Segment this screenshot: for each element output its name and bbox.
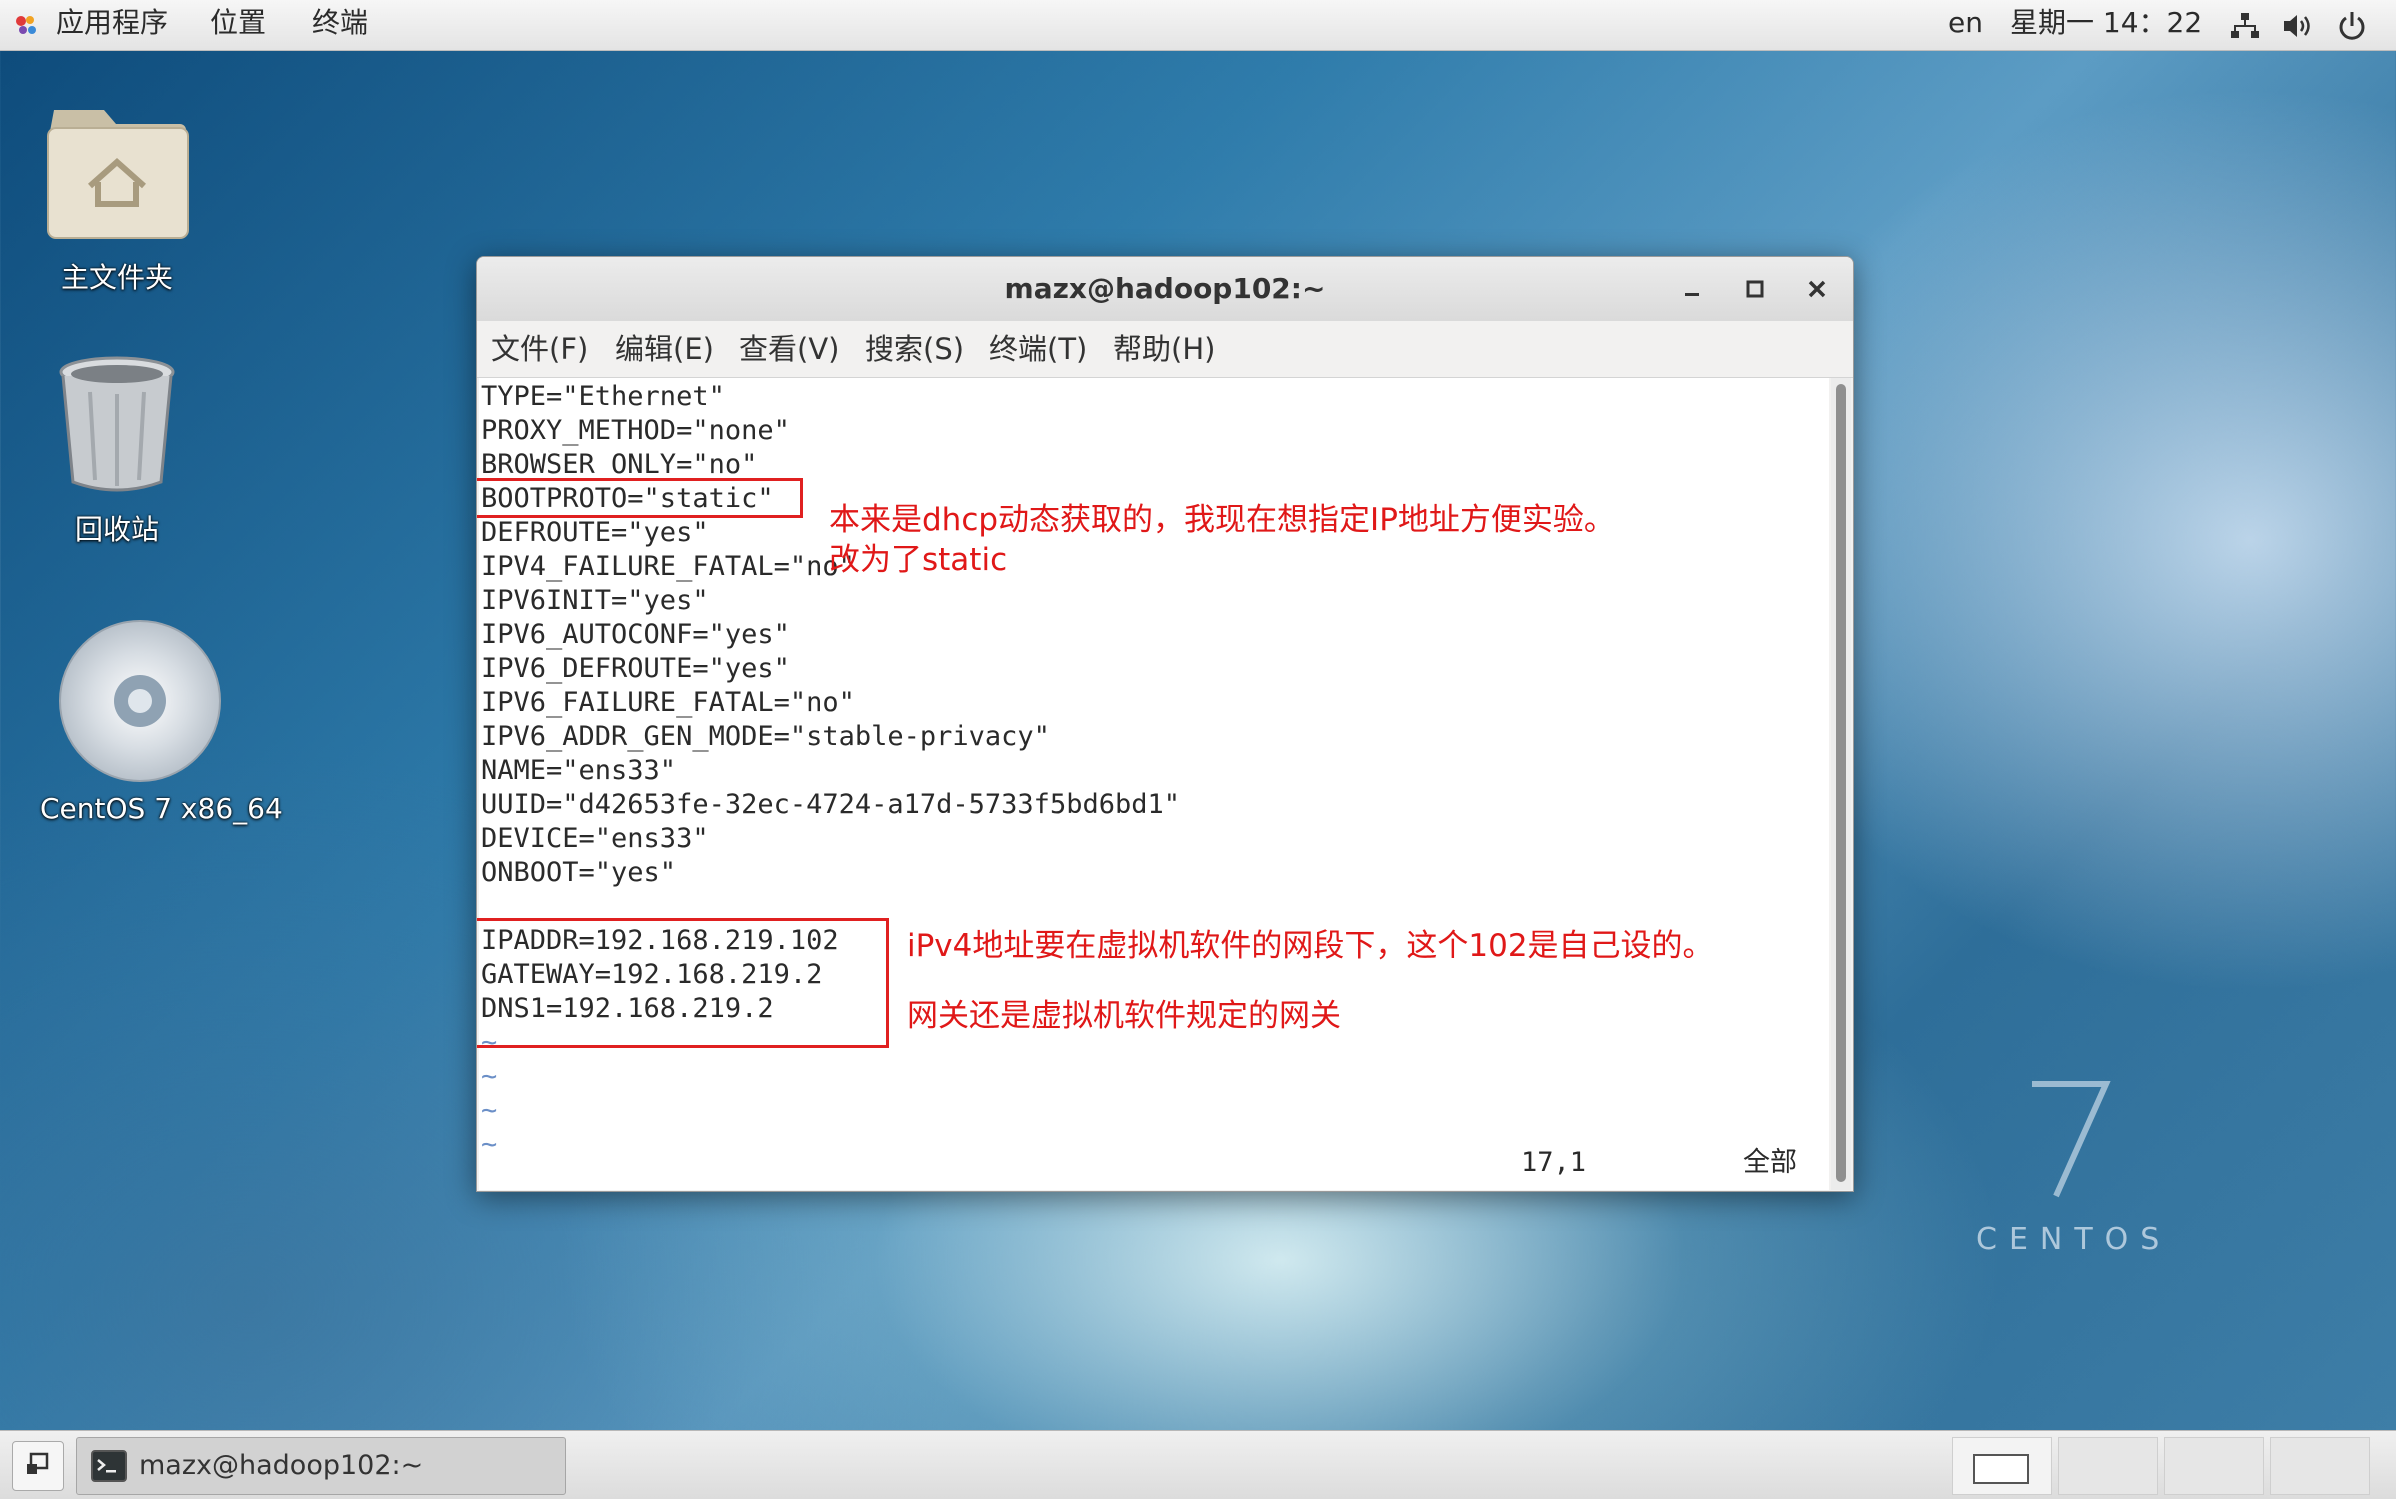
config-line: IPV4_FAILURE_FATAL="no" <box>481 551 855 582</box>
config-line: IPV6_DEFROUTE="yes" <box>481 653 790 684</box>
workspace-window-preview <box>1973 1454 2029 1484</box>
taskbar-window-label: mazx@hadoop102:~ <box>139 1450 424 1481</box>
trash-label: 回收站 <box>74 513 159 546</box>
config-line: IPV6_AUTOCONF="yes" <box>481 619 790 650</box>
workspace-2[interactable] <box>2058 1437 2158 1495</box>
bootproto-note-1: 本来是dhcp动态获取的，我现在想指定IP地址方便实验。 <box>829 502 1615 538</box>
terminal-icon <box>91 1450 127 1482</box>
centos-wordmark: CENTOS <box>1976 1222 2172 1257</box>
clock[interactable]: 星期一 14：22 <box>2010 0 2202 50</box>
show-desktop-button[interactable] <box>12 1441 64 1491</box>
empty-line-marker: ~ <box>481 1095 498 1126</box>
power-icon[interactable] <box>2336 10 2368 42</box>
empty-line-marker: ~ <box>481 1061 498 1092</box>
config-line: UUID="d42653fe-32ec-4724-a17d-5733f5bd6b… <box>481 789 1180 820</box>
gateway-note: 网关还是虚拟机软件规定的网关 <box>907 998 1341 1034</box>
terminal-menu[interactable]: 终端 <box>312 0 368 50</box>
desktop-dvd[interactable]: CentOS 7 x86_64 <box>40 616 283 825</box>
network-icon[interactable] <box>2230 11 2260 41</box>
window-title: mazx@hadoop102:~ <box>1004 272 1326 305</box>
applications-icon[interactable] <box>12 12 40 38</box>
terminal-content[interactable]: TYPE="Ethernet" PROXY_METHOD="none" BROW… <box>477 378 1829 1190</box>
scrollbar-thumb[interactable] <box>1836 384 1846 1182</box>
bootproto-highlight-box <box>477 478 803 518</box>
minimize-icon[interactable] <box>1674 271 1710 307</box>
menu-terminal[interactable]: 终端(T) <box>989 321 1087 377</box>
dvd-label: CentOS 7 x86_64 <box>40 792 283 825</box>
config-line: PROXY_METHOD="none" <box>481 415 790 446</box>
window-titlebar[interactable]: mazx@hadoop102:~ <box>477 257 1853 322</box>
workspace-4[interactable] <box>2270 1437 2370 1495</box>
cursor-position: 17,1 <box>1521 1147 1587 1178</box>
config-line: NAME="ens33" <box>481 755 677 786</box>
taskbar-window-terminal[interactable]: mazx@hadoop102:~ <box>76 1437 566 1495</box>
config-line: IPV6_FAILURE_FATAL="no" <box>481 687 855 718</box>
bottom-panel: mazx@hadoop102:~ <box>0 1430 2396 1499</box>
menu-file[interactable]: 文件(F) <box>491 321 588 377</box>
config-line: DEFROUTE="yes" <box>481 517 709 548</box>
desktop-trash[interactable]: 回收站 <box>22 352 212 548</box>
desktop-home-folder[interactable]: 主文件夹 <box>22 90 212 296</box>
terminal-window[interactable]: mazx@hadoop102:~ 文件(F) 编辑(E) 查看(V) 搜索(S)… <box>476 256 1854 1192</box>
folder-icon <box>47 110 189 239</box>
config-line: DEVICE="ens33" <box>481 823 709 854</box>
ipv4-note: iPv4地址要在虚拟机软件的网段下，这个102是自己设的。 <box>907 928 1714 964</box>
ip-settings-highlight-box <box>477 918 889 1048</box>
maximize-icon[interactable] <box>1737 271 1773 307</box>
config-line: TYPE="Ethernet" <box>481 381 725 412</box>
volume-icon[interactable] <box>2282 11 2314 41</box>
config-line: BROWSER_ONLY="no" <box>481 449 758 480</box>
places-menu[interactable]: 位置 <box>210 0 266 50</box>
top-panel: 应用程序 位置 终端 en 星期一 14：22 <box>0 0 2396 51</box>
workspace-3[interactable] <box>2164 1437 2264 1495</box>
config-line: IPV6INIT="yes" <box>481 585 709 616</box>
config-line: IPV6_ADDR_GEN_MODE="stable-privacy" <box>481 721 1050 752</box>
workspace-1[interactable] <box>1952 1437 2052 1495</box>
disc-icon <box>59 620 221 782</box>
menu-help[interactable]: 帮助(H) <box>1113 321 1215 377</box>
show-desktop-icon <box>27 1452 49 1474</box>
close-icon[interactable] <box>1799 271 1835 307</box>
input-language[interactable]: en <box>1948 0 1983 50</box>
bootproto-note-2: 改为了static <box>829 542 1008 578</box>
config-line: ONBOOT="yes" <box>481 857 677 888</box>
menu-view[interactable]: 查看(V) <box>739 321 839 377</box>
home-folder-label: 主文件夹 <box>60 261 173 294</box>
vertical-scrollbar[interactable] <box>1831 378 1851 1190</box>
empty-line-marker: ~ <box>481 1129 498 1160</box>
centos-seven-logo <box>2032 1081 2111 1198</box>
trash-icon <box>59 356 175 492</box>
menu-edit[interactable]: 编辑(E) <box>615 321 714 377</box>
menu-search[interactable]: 搜索(S) <box>865 321 964 377</box>
scroll-position: 全部 <box>1743 1147 1797 1178</box>
applications-menu[interactable]: 应用程序 <box>56 0 168 50</box>
menubar: 文件(F) 编辑(E) 查看(V) 搜索(S) 终端(T) 帮助(H) <box>477 321 1853 378</box>
